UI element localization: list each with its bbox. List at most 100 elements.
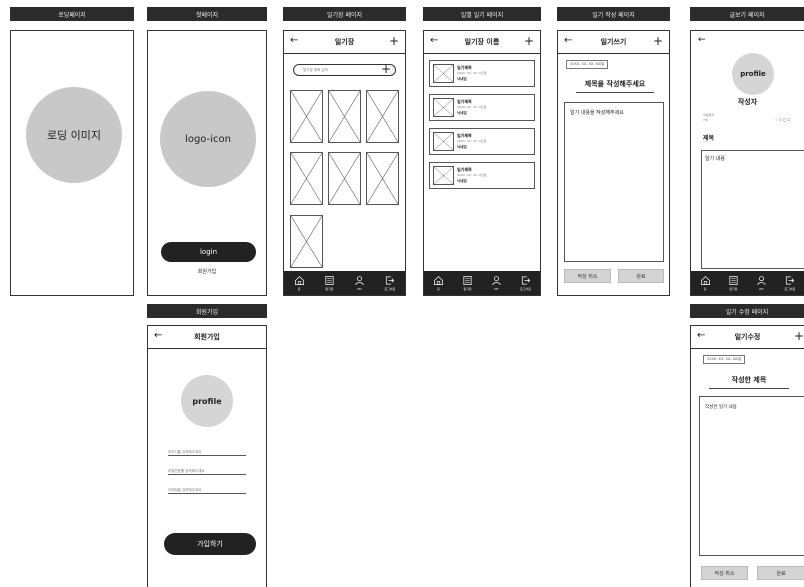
cancel-button[interactable]: 작성 취소 — [701, 566, 748, 580]
page-title: 일기장 — [334, 38, 355, 46]
header-view: 글보기 페이지 — [690, 7, 804, 21]
email-field[interactable]: 이메일을 입력해주세요 — [168, 483, 246, 494]
search-input[interactable]: 일기장 제목 검색 + — [293, 62, 396, 76]
logout-icon — [786, 276, 795, 285]
like-count: 3 — [779, 118, 782, 122]
write-frame: ← 일기쓰기 + 20XX. XX. XX. X요일 제목을 작성해주세요 일기… — [557, 30, 670, 296]
nav-logout-label: 로그아웃 — [519, 287, 531, 291]
entry-thumb — [433, 98, 454, 117]
view-frame: ← profile 작성자 작성일자 7/8 ♡ 3 ◯ 2 제목 일기 내용 … — [690, 30, 804, 296]
done-button[interactable]: 완료 — [618, 269, 664, 283]
start-frame: logo-icon login 회원가입 — [147, 30, 267, 296]
add-icon[interactable]: + — [524, 35, 534, 47]
login-label: login — [199, 248, 218, 256]
reaction-bar: ♡ 3 ◯ 2 — [775, 118, 790, 122]
entry-author: 닉네임 — [457, 77, 467, 81]
page-title: 일기쓰기 — [600, 38, 627, 46]
back-arrow-icon[interactable]: ← — [698, 35, 706, 45]
nav-logout[interactable]: 로그아웃 — [384, 275, 395, 291]
book-icon — [463, 276, 472, 285]
comment-icon[interactable]: ◯ — [783, 118, 787, 122]
add-diary-icon[interactable]: + — [381, 62, 391, 76]
date-field[interactable]: 20XX. XX. XX. X요일 — [566, 60, 609, 69]
content-input[interactable]: 일기 내용을 작성해주세요 — [564, 102, 664, 262]
entry-thumb — [433, 166, 454, 185]
nav-home[interactable]: 홈 — [700, 275, 711, 291]
header-signup: 회원가입 — [147, 304, 267, 318]
home-icon — [294, 276, 304, 285]
loading-image: 로딩 이미지 — [26, 87, 122, 183]
diary-thumb[interactable] — [328, 152, 361, 205]
diary-thumb[interactable] — [366, 90, 399, 143]
nav-diary[interactable]: 일기장 — [462, 275, 473, 291]
nav-diary[interactable]: 일기장 — [324, 275, 335, 291]
search-placeholder: 일기장 제목 검색 — [303, 68, 328, 72]
user-icon — [355, 276, 364, 286]
content-text: 작성한 일기 내용 — [705, 405, 737, 410]
nav-home-label: 홈 — [437, 287, 440, 291]
page-title: 회원가입 — [194, 333, 220, 341]
id-field[interactable]: 아이디를 입력해주세요 — [168, 445, 246, 456]
title-input[interactable]: 작성한 제목 — [709, 375, 789, 389]
nav-my-label: MY — [357, 287, 362, 291]
cancel-button[interactable]: 작성 취소 — [564, 269, 611, 283]
nav-diary-label: 일기장 — [463, 287, 472, 291]
entry-thumb — [433, 132, 454, 151]
diary-entry[interactable]: 일기제목 20XX. XX. XX. X요일 닉네임 — [429, 60, 535, 87]
book-icon — [325, 276, 334, 285]
nav-my-label: MY — [759, 287, 764, 291]
home-icon — [700, 276, 710, 285]
signup-link[interactable]: 회원가입 — [148, 268, 266, 275]
signup-frame: ← 회원가입 profile 아이디를 입력해주세요 비밀번호를 입력해주세요 … — [147, 325, 267, 587]
nav-my[interactable]: MY — [354, 275, 365, 291]
post-content-text: 일기 내용 — [705, 156, 725, 162]
back-arrow-icon[interactable]: ← — [430, 36, 438, 46]
nav-diary[interactable]: 일기장 — [728, 275, 739, 291]
diary-entry[interactable]: 일기제목 20XX. XX. XX. X요일 닉네임 — [429, 128, 535, 155]
signup-submit-button[interactable]: 가입하기 — [164, 533, 256, 555]
diary-thumb[interactable] — [366, 152, 399, 205]
add-icon[interactable]: + — [653, 35, 663, 47]
nav-diary-label: 일기장 — [325, 287, 334, 291]
comment-count: 2 — [787, 118, 790, 122]
entry-date: 20XX. XX. XX. X요일 — [457, 139, 487, 143]
nav-logout[interactable]: 로그아웃 — [784, 275, 795, 291]
password-field[interactable]: 비밀번호를 입력해주세요 — [168, 464, 246, 475]
nav-diary-label: 일기장 — [729, 287, 738, 291]
nav-home[interactable]: 홈 — [294, 275, 305, 291]
nav-my[interactable]: MY — [756, 275, 767, 291]
profile-avatar[interactable]: profile — [181, 375, 233, 427]
date-line1: 작성일자 — [703, 113, 715, 117]
book-icon — [729, 276, 738, 285]
nav-my-label: MY — [494, 287, 499, 291]
nav-my[interactable]: MY — [491, 275, 502, 291]
nav-home[interactable]: 홈 — [433, 275, 444, 291]
add-icon[interactable]: + — [389, 35, 399, 47]
diary-detail-topbar: ← 일기장 이름 + — [424, 31, 540, 54]
diary-entry[interactable]: 일기제목 20XX. XX. XX. X요일 닉네임 — [429, 94, 535, 121]
logo-icon: logo-icon — [160, 91, 256, 187]
back-arrow-icon[interactable]: ← — [154, 331, 162, 341]
loading-image-label: 로딩 이미지 — [46, 129, 102, 142]
header-write: 일기 작성 페이지 — [557, 7, 670, 21]
like-icon[interactable]: ♡ — [775, 118, 778, 122]
add-icon[interactable]: + — [794, 330, 804, 342]
diary-entry[interactable]: 일기제목 20XX. XX. XX. X요일 닉네임 — [429, 162, 535, 189]
diary-thumb[interactable] — [290, 215, 323, 268]
content-input[interactable]: 작성한 일기 내용 — [699, 396, 804, 556]
signup-submit-label: 가입하기 — [197, 540, 223, 548]
nav-logout[interactable]: 로그아웃 — [520, 275, 531, 291]
done-button[interactable]: 완료 — [757, 566, 804, 580]
back-arrow-icon[interactable]: ← — [290, 36, 298, 46]
back-arrow-icon[interactable]: ← — [564, 36, 572, 46]
profile-label: profile — [192, 396, 222, 406]
back-arrow-icon[interactable]: ← — [697, 331, 705, 341]
diary-thumb[interactable] — [290, 152, 323, 205]
diary-thumb[interactable] — [328, 90, 361, 143]
page-title: 일기수정 — [734, 333, 761, 341]
title-input[interactable]: 제목을 작성해주세요 — [576, 79, 654, 93]
date-field[interactable]: 20XX. XX. XX. X요일 — [703, 355, 746, 364]
login-button[interactable]: login — [161, 242, 256, 262]
diary-thumb[interactable] — [290, 90, 323, 143]
nav-home-label: 홈 — [703, 287, 707, 291]
